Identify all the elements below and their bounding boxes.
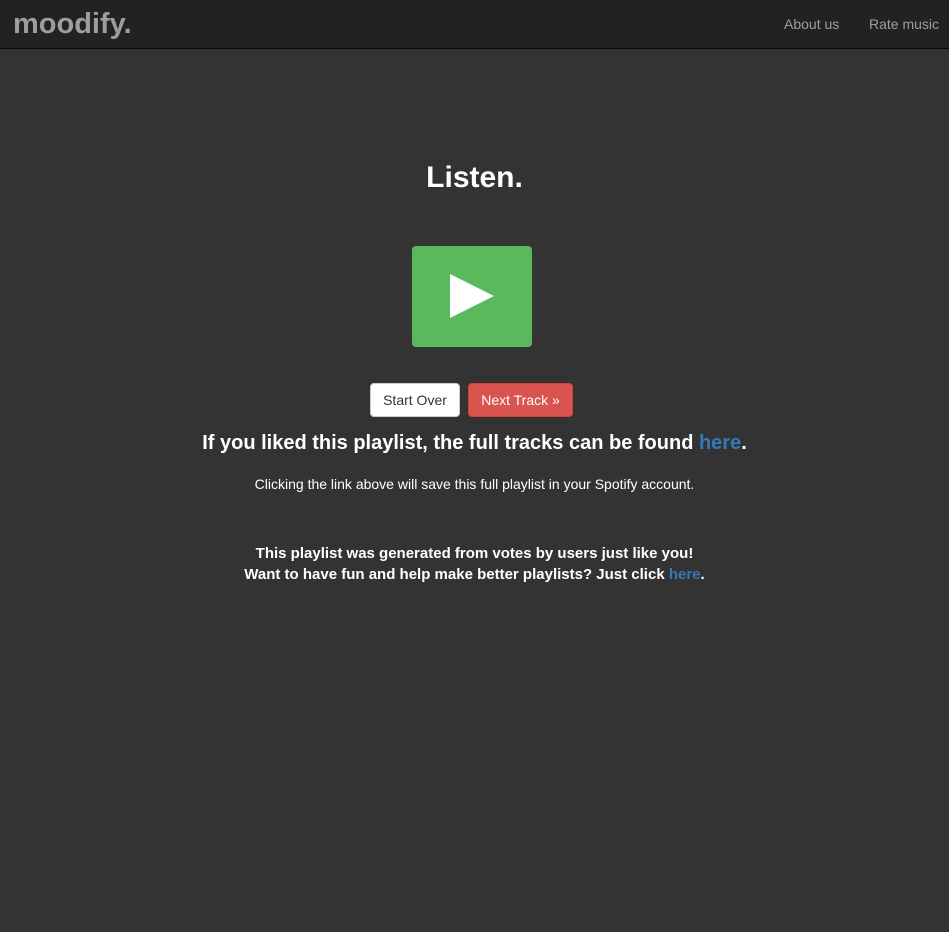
brand-logo[interactable]: moodify. bbox=[13, 6, 132, 42]
generated-line-2-prefix: Want to have fun and help make better pl… bbox=[244, 566, 669, 583]
nav-rate-music[interactable]: Rate music bbox=[869, 15, 939, 33]
playlist-link-suffix: . bbox=[741, 432, 747, 454]
generated-info: This playlist was generated from votes b… bbox=[0, 543, 949, 585]
top-navbar: moodify. About us Rate music bbox=[0, 0, 949, 49]
play-icon bbox=[450, 274, 494, 318]
generated-line-1: This playlist was generated from votes b… bbox=[255, 545, 694, 562]
playlist-here-link[interactable]: here bbox=[699, 432, 741, 454]
page-title: Listen. bbox=[426, 161, 523, 194]
next-track-button[interactable]: Next Track » bbox=[468, 383, 573, 417]
nav-about-us[interactable]: About us bbox=[784, 15, 839, 33]
save-note: Clicking the link above will save this f… bbox=[254, 476, 695, 492]
play-button[interactable] bbox=[412, 246, 532, 347]
playlist-link-prefix: If you liked this playlist, the full tra… bbox=[202, 432, 699, 454]
generated-line-2-suffix: . bbox=[700, 566, 705, 583]
start-over-button[interactable]: Start Over bbox=[370, 383, 460, 417]
generated-line-2: Want to have fun and help make better pl… bbox=[0, 564, 949, 585]
rate-here-link[interactable]: here bbox=[669, 566, 701, 583]
playlist-link-text: If you liked this playlist, the full tra… bbox=[0, 431, 949, 455]
